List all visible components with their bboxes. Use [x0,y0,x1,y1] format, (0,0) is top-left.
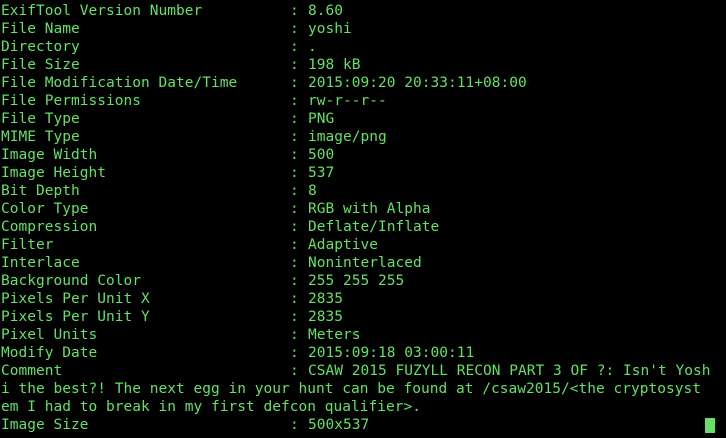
exif-separator: : [290,57,299,73]
exif-value: CSAW 2015 FUZYLL RECON PART 3 OF ?: Isn'… [308,363,711,379]
exif-separator: : [290,21,299,37]
exif-separator: : [290,93,299,109]
exif-key: Background Color [1,273,141,289]
exif-value: Meters [308,327,361,343]
terminal-cursor [705,418,715,433]
exif-value: rw-r--r-- [308,93,387,109]
exif-value: yoshi [308,21,352,37]
exif-key: Modify Date [1,345,98,361]
exif-value: image/png [308,129,387,145]
exif-separator: : [290,255,299,271]
exif-key: Image Size [1,417,89,433]
exif-value: 500x537 [308,417,370,433]
exif-value: Adaptive [308,237,378,253]
exif-value: 2015:09:20 20:33:11+08:00 [308,75,527,91]
exif-value: 2835 [308,309,343,325]
exif-key: Compression [1,219,98,235]
partial-prompt-green: ━━━━━━━━━━━━━━━━━━━━━━━━━━━━━━━━━━━━━━━━… [120,433,583,437]
partial-prompt-red: ━━━━━━━ [30,433,91,437]
exif-separator: : [290,273,299,289]
exif-key: MIME Type [1,129,80,145]
exif-value: PNG [308,111,335,127]
exif-separator: : [290,111,299,127]
exif-key: ExifTool Version Number [1,3,203,19]
exif-key: File Name [1,21,80,37]
exif-key: Interlace [1,255,80,271]
exif-separator: : [290,327,299,343]
exif-key: File Type [1,111,80,127]
exif-separator: : [290,417,299,433]
exif-key: Image Height [1,165,106,181]
exif-separator: : [290,129,299,145]
exif-separator: : [290,309,299,325]
exif-separator: : [290,345,299,361]
exif-separator: : [290,201,299,217]
exif-separator: : [290,39,299,55]
exif-key: Bit Depth [1,183,80,199]
exif-value: 2835 [308,291,343,307]
exif-value: Noninterlaced [308,255,422,271]
exif-separator: : [290,219,299,235]
exif-separator: : [290,147,299,163]
exif-key: Pixels Per Unit Y [1,309,150,325]
exif-separator: : [290,291,299,307]
exif-separator: : [290,165,299,181]
exif-separator: : [290,237,299,253]
exif-row-image-size: Image Size : 500x537 [1,416,369,434]
comment-wrap-line-1: i the best?! The next egg in your hunt c… [1,381,701,397]
exif-value: RGB with Alpha [308,201,431,217]
exif-separator: : [290,75,299,91]
exif-key: Pixel Units [1,327,98,343]
exif-value: 255 255 255 [308,273,405,289]
exif-key: Color Type [1,201,89,217]
exif-key: Directory [1,39,80,55]
terminal-window[interactable]: ExifTool Version Number:8.60 File Name: yo… [0,0,726,438]
exif-key: File Modification Date/Time [1,75,238,91]
exif-value: Deflate/Inflate [308,219,440,235]
exif-value: 8 [308,183,317,199]
exif-value: 2015:09:18 03:00:11 [308,345,475,361]
exif-key: Comment [1,363,63,379]
exif-separator: : [290,183,299,199]
exif-value: 537 [308,165,335,181]
exif-separator: : [290,3,299,19]
exif-value: 8.60 [308,3,343,19]
exif-separator: : [290,363,299,379]
exif-key: File Size [1,57,80,73]
exif-key: Image Width [1,147,98,163]
exif-value: 500 [308,147,335,163]
comment-wrap-line-2: em I had to break in my first defcon qua… [1,399,421,415]
exif-value: . [308,39,317,55]
exif-key: Pixels Per Unit X [1,291,150,307]
exif-key: File Permissions [1,93,141,109]
exif-key: Filter [1,237,54,253]
partial-prompt-line: ━━━━━━━ ━━━━━━━━━━━━━━━━━━━━━━━━━━━━━━━━… [0,433,726,438]
exif-value: 198 kB [308,57,361,73]
